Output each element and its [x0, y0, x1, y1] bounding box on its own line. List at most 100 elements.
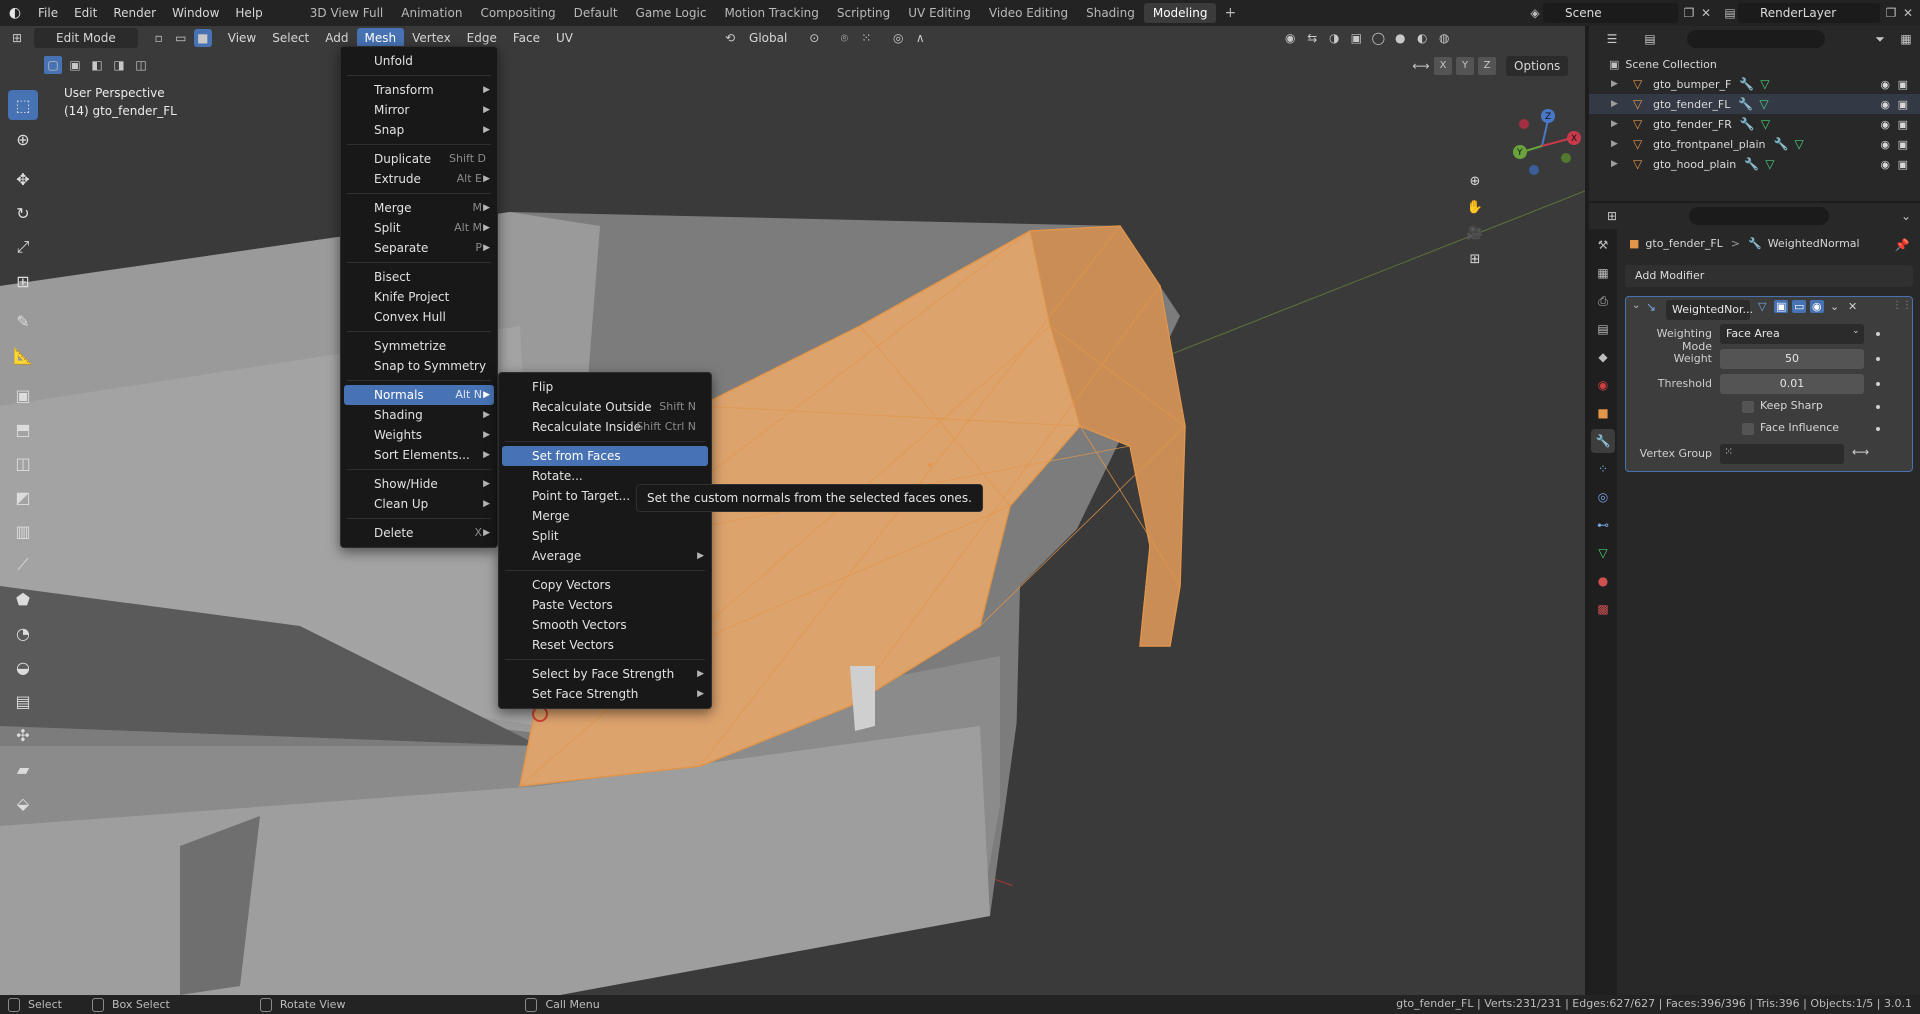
mesh-menu-split[interactable]: Split Alt M ▶ — [344, 218, 494, 238]
mesh-menu-mirror[interactable]: Mirror ▶ — [344, 100, 494, 120]
add-workspace-button[interactable]: + — [1216, 5, 1244, 21]
select-invert-icon[interactable]: ◨ — [110, 56, 128, 74]
new-view-layer-icon[interactable]: ❐ — [1883, 5, 1899, 21]
collapse-chevron-icon[interactable]: ⌄ — [1632, 300, 1640, 311]
mesh-menu-weights[interactable]: Weights ▶ — [344, 425, 494, 445]
modifier-name-field[interactable]: WeightedNor... — [1666, 300, 1753, 320]
keyframe-dot[interactable] — [1876, 427, 1880, 431]
vertex-group-field[interactable] — [1720, 444, 1844, 464]
outliner-row-gto-hood-plain[interactable]: ▶ ▽ gto_hood_plain 🔧 ▽ ◉ ▣ — [1589, 154, 1920, 174]
tab-animation[interactable]: Animation — [392, 3, 471, 23]
normals-recalculate-inside[interactable]: Recalculate Inside Shift Ctrl N — [502, 417, 708, 437]
normals-reset-vectors[interactable]: Reset Vectors — [502, 635, 708, 655]
remove-view-layer-icon[interactable]: ✕ — [1900, 5, 1916, 21]
cursor-tool-icon[interactable]: ⊕ — [8, 124, 38, 154]
menu-view[interactable]: View — [220, 28, 264, 48]
select-subtract-icon[interactable]: ◧ — [88, 56, 106, 74]
drag-handle-icon[interactable]: ⋮⋮ — [1892, 300, 1912, 311]
mode-selector[interactable]: Edit Mode — [34, 28, 138, 48]
on-cage-toggle-icon[interactable]: ▣ — [1774, 300, 1789, 313]
poly-build-tool-icon[interactable]: ⬟ — [8, 584, 38, 614]
snap-icon[interactable]: ⌾ — [835, 29, 853, 47]
modifier-menu-icon[interactable]: ⌄ — [1830, 300, 1839, 313]
tab-motion-tracking[interactable]: Motion Tracking — [715, 3, 827, 23]
select-intersect-icon[interactable]: ◫ — [132, 56, 150, 74]
move-tool-icon[interactable]: ✥ — [8, 164, 38, 194]
tab-video-editing[interactable]: Video Editing — [980, 3, 1077, 23]
properties-editor-icon[interactable]: ⊞ — [1603, 207, 1621, 225]
mesh-menu-separate[interactable]: Separate P ▶ — [344, 238, 494, 258]
keyframe-dot[interactable] — [1876, 382, 1880, 386]
tab-default[interactable]: Default — [565, 3, 627, 23]
annotate-tool-icon[interactable]: ✎ — [8, 306, 38, 336]
filter-icon[interactable]: ⏷ — [1871, 30, 1889, 48]
material-tab-icon[interactable]: ● — [1591, 569, 1615, 593]
smooth-tool-icon[interactable]: ◒ — [8, 652, 38, 682]
overlay-toggle-icon[interactable]: ◑ — [1325, 29, 1343, 47]
output-tab-icon[interactable]: ⎙ — [1591, 289, 1615, 313]
menu-file[interactable]: File — [30, 0, 66, 26]
invert-vertex-group-icon[interactable]: ⟷ — [1852, 445, 1869, 459]
physics-tab-icon[interactable]: ◎ — [1591, 485, 1615, 509]
menu-mesh[interactable]: Mesh — [356, 28, 405, 48]
mesh-menu-bisect[interactable]: Bisect — [344, 267, 494, 287]
normals-recalculate-outside[interactable]: Recalculate Outside Shift N — [502, 397, 708, 417]
normals-rotate[interactable]: Rotate... — [502, 466, 708, 486]
normals-set-from-faces[interactable]: Set from Faces — [502, 446, 708, 466]
inset-tool-icon[interactable]: ◫ — [8, 448, 38, 478]
rotate-tool-icon[interactable]: ↻ — [8, 198, 38, 228]
menu-uv[interactable]: UV — [548, 28, 581, 48]
face-influence-checkbox[interactable] — [1742, 423, 1754, 435]
outliner-search-input[interactable] — [1687, 30, 1825, 48]
scene-collection-row[interactable]: ▣ Scene Collection — [1589, 54, 1920, 74]
weighting-mode-dropdown[interactable]: Face Area — [1720, 324, 1864, 344]
pin-icon[interactable]: 📌 — [1893, 236, 1911, 254]
tab-shading[interactable]: Shading — [1077, 3, 1144, 23]
pivot-icon[interactable]: ⊙ — [805, 29, 823, 47]
edge-slide-tool-icon[interactable]: ▤ — [8, 686, 38, 716]
view-layer-icon[interactable]: ▤ — [1722, 5, 1738, 21]
spin-tool-icon[interactable]: ◔ — [8, 618, 38, 648]
face-select-icon[interactable]: ■ — [193, 29, 212, 47]
menu-edge[interactable]: Edge — [459, 28, 505, 48]
menu-render[interactable]: Render — [105, 0, 164, 26]
remove-modifier-icon[interactable]: ✕ — [1848, 300, 1857, 313]
tab-modeling[interactable]: Modeling — [1143, 3, 1217, 23]
normals-split[interactable]: Split — [502, 526, 708, 546]
outliner-row-gto-bumper-f[interactable]: ▶ ▽ gto_bumper_F 🔧 ▽ ◉ ▣ — [1589, 74, 1920, 94]
transform-orientation-dropdown[interactable]: Global — [741, 28, 795, 48]
realtime-toggle-icon[interactable]: ▭ — [1792, 300, 1807, 313]
menu-help[interactable]: Help — [227, 0, 270, 26]
mesh-menu-convex-hull[interactable]: Convex Hull — [344, 307, 494, 327]
edge-select-icon[interactable]: ▭ — [172, 29, 190, 47]
tab-uv-editing[interactable]: UV Editing — [899, 3, 980, 23]
edit-mode-toggle-icon[interactable]: ▽ — [1758, 300, 1766, 313]
keep-sharp-checkbox[interactable] — [1742, 401, 1754, 413]
mesh-menu-clean-up[interactable]: Clean Up ▶ — [344, 494, 494, 514]
outliner-row-gto-frontpanel-plain[interactable]: ▶ ▽ gto_frontpanel_plain 🔧 ▽ ◉ ▣ — [1589, 134, 1920, 154]
keyframe-dot[interactable] — [1876, 357, 1880, 361]
mesh-menu-shading[interactable]: Shading ▶ — [344, 405, 494, 425]
keyframe-dot[interactable] — [1876, 332, 1880, 336]
modifier-tab-icon[interactable]: 🔧 — [1591, 429, 1615, 453]
snap-target-icon[interactable]: ⁙ — [857, 29, 875, 47]
select-extend-icon[interactable]: ▣ — [66, 56, 84, 74]
outliner-row-gto-fender-fr[interactable]: ▶ ▽ gto_fender_FR 🔧 ▽ ◉ ▣ — [1589, 114, 1920, 134]
normals-flip[interactable]: Flip — [502, 377, 708, 397]
pan-hand-icon[interactable]: ✋ — [1464, 196, 1486, 218]
camera-view-icon[interactable]: 🎥 — [1464, 222, 1486, 244]
view-layer-selector[interactable]: RenderLayer — [1738, 3, 1880, 23]
add-modifier-dropdown[interactable]: Add Modifier — [1625, 265, 1913, 287]
falloff-icon[interactable]: ∧ — [911, 29, 929, 47]
display-mode-icon[interactable]: ▤ — [1641, 30, 1659, 48]
tab-game-logic[interactable]: Game Logic — [627, 3, 716, 23]
extrude-tool-icon[interactable]: ⬒ — [8, 414, 38, 444]
remove-scene-icon[interactable]: ✕ — [1698, 5, 1714, 21]
normals-average[interactable]: Average ▶ — [502, 546, 708, 566]
keyframe-dot[interactable] — [1876, 405, 1880, 409]
mesh-menu-knife-project[interactable]: Knife Project — [344, 287, 494, 307]
options-dropdown[interactable]: Options — [1506, 56, 1569, 76]
loop-cut-tool-icon[interactable]: ▥ — [8, 516, 38, 546]
data-tab-icon[interactable]: ▽ — [1591, 541, 1615, 565]
new-scene-icon[interactable]: ❐ — [1681, 5, 1697, 21]
